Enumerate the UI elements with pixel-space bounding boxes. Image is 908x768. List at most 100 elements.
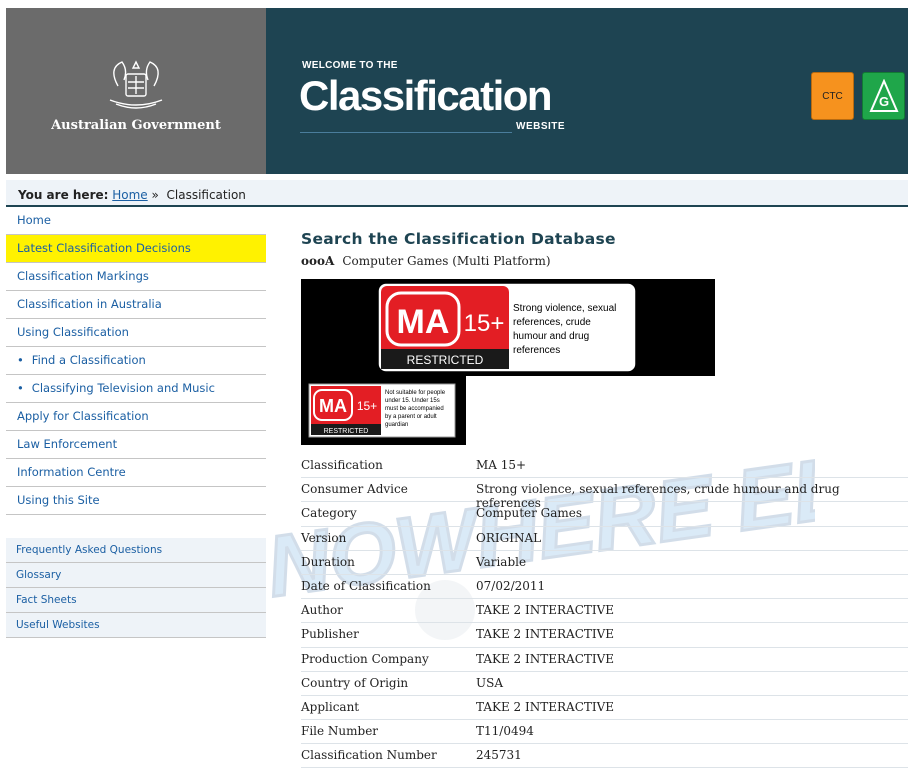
coat-of-arms-icon bbox=[109, 60, 163, 109]
nav-item-classification-in-australia[interactable]: Classification in Australia bbox=[6, 291, 266, 319]
ctc-badge[interactable]: CTC bbox=[811, 72, 854, 120]
detail-value: TAKE 2 INTERACTIVE bbox=[476, 699, 615, 714]
bullet-icon: • bbox=[17, 381, 24, 395]
nav-label: Latest Classification Decisions bbox=[17, 241, 191, 255]
detail-value: USA bbox=[476, 675, 503, 690]
nav-item-using-this-site[interactable]: Using this Site bbox=[6, 487, 266, 515]
nav-item-classification-markings[interactable]: Classification Markings bbox=[6, 263, 266, 291]
svg-text:guardian: guardian bbox=[385, 422, 408, 428]
svg-text:under 15. Under 15s: under 15. Under 15s bbox=[385, 398, 440, 404]
detail-key: Production Company bbox=[301, 651, 429, 666]
detail-row-file-number: File Number T11/0494 bbox=[301, 720, 908, 745]
nav-label: Home bbox=[17, 213, 51, 227]
svg-text:G: G bbox=[878, 94, 888, 109]
detail-key: Date of Classification bbox=[301, 578, 431, 593]
detail-value: TAKE 2 INTERACTIVE bbox=[476, 651, 615, 666]
svg-text:by a parent or adult: by a parent or adult bbox=[385, 414, 437, 420]
nav-label: Law Enforcement bbox=[17, 437, 118, 451]
svg-text:must be accompanied: must be accompanied bbox=[385, 406, 444, 412]
nav-item-useful-websites[interactable]: Useful Websites bbox=[6, 613, 266, 638]
detail-value: 07/02/2011 bbox=[476, 578, 546, 593]
rating-label-small: MA 15+ RESTRICTED Not suitable for peopl… bbox=[301, 376, 466, 445]
nav-label: Classifying Television and Music bbox=[31, 381, 215, 395]
nav-label: Classification Markings bbox=[17, 269, 149, 283]
svg-text:MA: MA bbox=[397, 303, 450, 341]
government-logo-block[interactable]: Australian Government bbox=[6, 8, 266, 174]
nav-item-law-enforcement[interactable]: Law Enforcement bbox=[6, 431, 266, 459]
svg-text:humour and drug: humour and drug bbox=[513, 331, 589, 342]
svg-text:15+: 15+ bbox=[357, 399, 377, 413]
detail-key: Country of Origin bbox=[301, 675, 409, 690]
detail-value: TAKE 2 INTERACTIVE bbox=[476, 627, 615, 642]
svg-text:RESTRICTED: RESTRICTED bbox=[324, 428, 369, 435]
breadcrumb-separator: » bbox=[151, 188, 159, 202]
bullet-icon: • bbox=[17, 353, 24, 367]
classification-details-table: Classification MA 15+ Consumer Advice Stro… bbox=[301, 454, 908, 768]
svg-text:Strong violence, sexual: Strong violence, sexual bbox=[513, 303, 616, 314]
nav-item-latest-decisions[interactable]: Latest Classification Decisions bbox=[6, 235, 266, 263]
breadcrumb-prefix: You are here: bbox=[18, 188, 109, 202]
nav-item-fact-sheets[interactable]: Fact Sheets bbox=[6, 588, 266, 613]
detail-value: MA 15+ bbox=[476, 458, 527, 472]
item-name: oooA bbox=[301, 254, 335, 268]
detail-row-date: Date of Classification 07/02/2011 bbox=[301, 575, 908, 600]
nav-label: Information Centre bbox=[17, 465, 126, 479]
nav-item-faq[interactable]: Frequently Asked Questions bbox=[6, 538, 266, 563]
detail-row-duration: Duration Variable bbox=[301, 551, 908, 575]
secondary-nav: Frequently Asked Questions Glossary Fact… bbox=[6, 538, 266, 638]
rating-label-large: MA 15+ RESTRICTED Strong violence, sexua… bbox=[301, 279, 715, 376]
nav-item-find-classification[interactable]: • Find a Classification bbox=[6, 347, 266, 375]
nav-item-classifying-tv-music[interactable]: • Classifying Television and Music bbox=[6, 375, 266, 403]
detail-row-classification-number: Classification Number 245731 bbox=[301, 744, 908, 768]
title-underline bbox=[300, 132, 512, 133]
detail-key: Version bbox=[301, 530, 347, 545]
nav-label: Classification in Australia bbox=[17, 297, 162, 311]
nav-item-home[interactable]: Home bbox=[6, 207, 266, 235]
item-subtitle: oooA Computer Games (Multi Platform) bbox=[301, 254, 551, 268]
svg-text:MA: MA bbox=[319, 396, 347, 416]
detail-row-production-company: Production Company TAKE 2 INTERACTIVE bbox=[301, 648, 908, 672]
site-title: Classification bbox=[299, 72, 553, 119]
site-title-suffix: WEBSITE bbox=[516, 121, 566, 132]
detail-row-publisher: Publisher TAKE 2 INTERACTIVE bbox=[301, 623, 908, 648]
detail-key: Publisher bbox=[301, 627, 359, 642]
nav-item-glossary[interactable]: Glossary bbox=[6, 563, 266, 588]
ma15-small-rating-icon: MA 15+ RESTRICTED Not suitable for peopl… bbox=[308, 383, 456, 438]
detail-row-consumer-advice: Consumer Advice Strong violence, sexual r… bbox=[301, 478, 908, 510]
item-type: Computer Games (Multi Platform) bbox=[342, 254, 551, 268]
svg-text:Not suitable for people: Not suitable for people bbox=[385, 390, 446, 396]
detail-row-category: Category Computer Games bbox=[301, 502, 908, 527]
detail-key: Classification bbox=[301, 458, 383, 472]
detail-key: Author bbox=[301, 603, 343, 618]
detail-key: File Number bbox=[301, 724, 379, 739]
detail-row-version: Version ORIGINAL bbox=[301, 527, 908, 551]
nav-label: Using this Site bbox=[17, 493, 100, 507]
nav-item-apply[interactable]: Apply for Classification bbox=[6, 403, 266, 431]
detail-value: T11/0494 bbox=[476, 724, 534, 739]
detail-row-applicant: Applicant TAKE 2 INTERACTIVE bbox=[301, 696, 908, 721]
detail-key: Duration bbox=[301, 554, 355, 569]
detail-row-classification: Classification MA 15+ bbox=[301, 454, 908, 479]
svg-text:references, crude: references, crude bbox=[513, 317, 591, 328]
nav-item-information-centre[interactable]: Information Centre bbox=[6, 459, 266, 487]
detail-key: Applicant bbox=[301, 699, 360, 714]
nav-item-using-classification[interactable]: Using Classification bbox=[6, 319, 266, 347]
breadcrumb: You are here: Home » Classification bbox=[6, 180, 908, 207]
page-title: Search the Classification Database bbox=[301, 230, 616, 248]
detail-key: Category bbox=[301, 506, 357, 521]
nav-label: Using Classification bbox=[17, 325, 129, 339]
ma15-rating-icon: MA 15+ RESTRICTED Strong violence, sexua… bbox=[377, 282, 637, 373]
detail-value: TAKE 2 INTERACTIVE bbox=[476, 603, 615, 618]
detail-value: 245731 bbox=[476, 748, 522, 763]
detail-value: Computer Games bbox=[476, 506, 583, 521]
g-rating-icon: G bbox=[868, 79, 899, 112]
g-rating-badge[interactable]: G bbox=[862, 72, 905, 120]
detail-key: Classification Number bbox=[301, 748, 437, 763]
welcome-text: WELCOME TO THE bbox=[302, 60, 398, 71]
nav-label: Apply for Classification bbox=[17, 409, 149, 423]
svg-text:RESTRICTED: RESTRICTED bbox=[407, 353, 484, 367]
classification-banner[interactable]: WELCOME TO THE Classification WEBSITE CT… bbox=[266, 8, 908, 174]
detail-row-country: Country of Origin USA bbox=[301, 672, 908, 696]
breadcrumb-home-link[interactable]: Home bbox=[112, 188, 147, 202]
breadcrumb-current: Classification bbox=[166, 188, 246, 202]
